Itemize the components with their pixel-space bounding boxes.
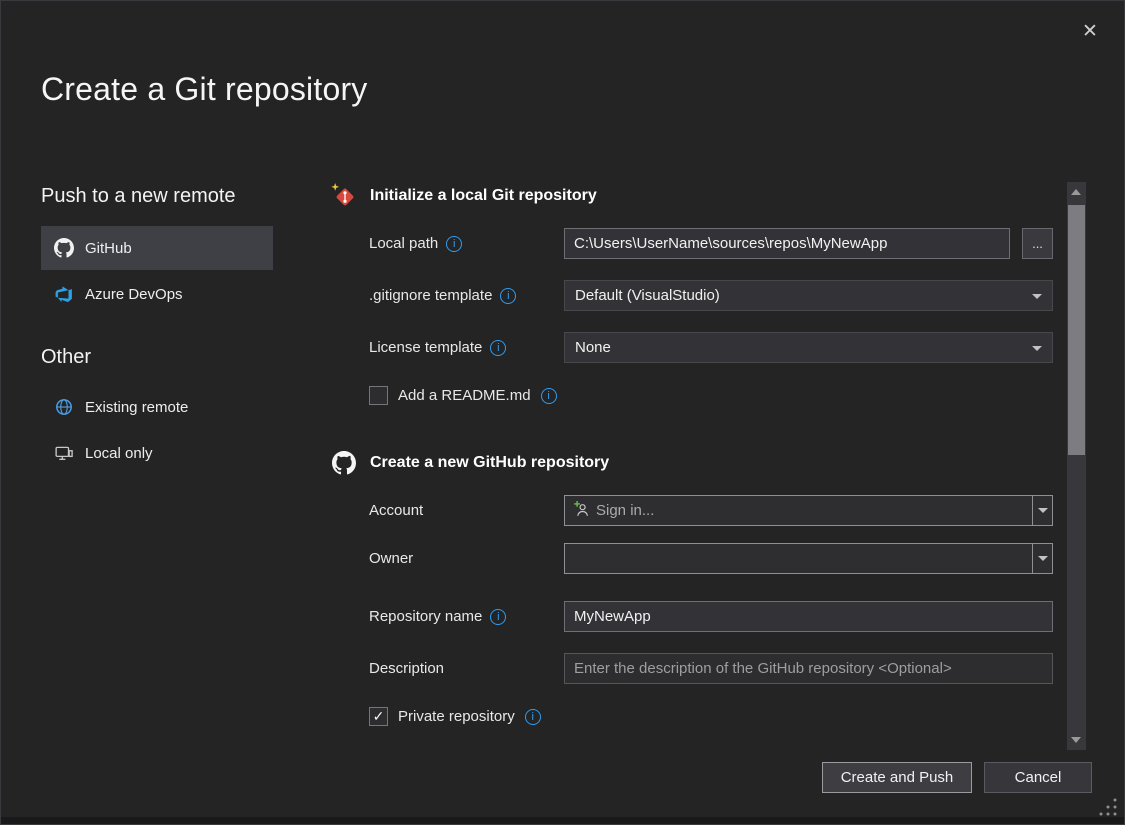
owner-label: Owner bbox=[369, 550, 413, 567]
sidebar-item-label: Azure DevOps bbox=[85, 286, 183, 303]
sidebar-item-existing-remote[interactable]: Existing remote bbox=[41, 385, 273, 429]
gitignore-template-dropdown[interactable]: Default (VisualStudio) bbox=[564, 280, 1053, 311]
other-heading: Other bbox=[41, 346, 273, 369]
readme-label: Add a README.md bbox=[398, 387, 531, 404]
scroll-up-icon[interactable] bbox=[1071, 189, 1081, 195]
info-icon[interactable]: i bbox=[490, 340, 506, 356]
close-icon: ✕ bbox=[1082, 20, 1098, 43]
repository-name-input[interactable] bbox=[564, 601, 1053, 632]
license-template-dropdown[interactable]: None bbox=[564, 332, 1053, 363]
resize-grip[interactable] bbox=[1097, 796, 1119, 818]
owner-combobox[interactable] bbox=[564, 543, 1053, 574]
owner-row: Owner bbox=[369, 543, 1053, 574]
sidebar-item-azure-devops[interactable]: Azure DevOps bbox=[41, 272, 273, 316]
local-path-label: Local path bbox=[369, 235, 438, 252]
gitignore-label-group: .gitignore template i bbox=[369, 287, 564, 304]
description-input[interactable] bbox=[564, 653, 1053, 684]
chevron-down-icon bbox=[1038, 556, 1048, 561]
github-form: Account Sign in... bbox=[369, 495, 1053, 726]
license-label: License template bbox=[369, 339, 482, 356]
browse-button[interactable]: ... bbox=[1022, 228, 1053, 259]
readme-checkbox[interactable] bbox=[369, 386, 388, 405]
gitignore-row: .gitignore template i Default (VisualStu… bbox=[369, 280, 1053, 311]
sidebar-item-label: Existing remote bbox=[85, 399, 188, 416]
repository-name-row: Repository name i bbox=[369, 601, 1053, 632]
description-label: Description bbox=[369, 660, 444, 677]
scroll-down-icon[interactable] bbox=[1071, 737, 1081, 743]
info-icon[interactable]: i bbox=[446, 236, 462, 252]
sidebar-item-label: Local only bbox=[85, 445, 153, 462]
account-label: Account bbox=[369, 502, 423, 519]
new-git-repo-icon bbox=[331, 183, 357, 209]
computer-icon bbox=[54, 444, 74, 462]
create-git-repository-dialog: ✕ Create a Git repository Push to a new … bbox=[0, 0, 1125, 825]
private-repository-checkbox[interactable]: ✓ bbox=[369, 707, 388, 726]
owner-dropdown-button[interactable] bbox=[1032, 544, 1052, 573]
github-section-heading: Create a new GitHub repository bbox=[370, 454, 609, 472]
gitignore-selected-value: Default (VisualStudio) bbox=[575, 287, 720, 304]
init-form: Local path i ... .gitignore template i D… bbox=[369, 228, 1053, 405]
description-label-group: Description bbox=[369, 660, 564, 677]
init-section-heading: Initialize a local Git repository bbox=[370, 187, 597, 205]
chevron-down-icon bbox=[1038, 508, 1048, 513]
private-repository-row: ✓ Private repository i bbox=[369, 707, 1053, 726]
checkmark-icon: ✓ bbox=[373, 708, 385, 725]
license-label-group: License template i bbox=[369, 339, 564, 356]
account-dropdown-button[interactable] bbox=[1032, 496, 1052, 525]
local-path-row: Local path i ... bbox=[369, 228, 1053, 259]
local-path-label-group: Local path i bbox=[369, 235, 564, 252]
sign-in-icon bbox=[573, 501, 589, 521]
chevron-down-icon bbox=[1032, 346, 1042, 351]
gitignore-label: .gitignore template bbox=[369, 287, 492, 304]
info-icon[interactable]: i bbox=[541, 388, 557, 404]
footer-buttons: Create and Push Cancel bbox=[822, 762, 1092, 793]
license-selected-value: None bbox=[575, 339, 611, 356]
close-button[interactable]: ✕ bbox=[1076, 17, 1104, 45]
azure-devops-icon bbox=[54, 285, 74, 303]
github-icon bbox=[54, 238, 74, 258]
cancel-button[interactable]: Cancel bbox=[984, 762, 1092, 793]
readme-row: Add a README.md i bbox=[369, 386, 1053, 405]
repository-name-label-group: Repository name i bbox=[369, 608, 564, 625]
info-icon[interactable]: i bbox=[500, 288, 516, 304]
push-remote-heading: Push to a new remote bbox=[41, 185, 273, 208]
description-row: Description bbox=[369, 653, 1053, 684]
sidebar-item-local-only[interactable]: Local only bbox=[41, 431, 273, 475]
account-label-group: Account bbox=[369, 502, 564, 519]
chevron-down-icon bbox=[1032, 294, 1042, 299]
scrollbar-thumb[interactable] bbox=[1068, 205, 1085, 455]
create-and-push-button[interactable]: Create and Push bbox=[822, 762, 972, 793]
github-section-heading-row: Create a new GitHub repository bbox=[331, 449, 1053, 477]
local-path-input[interactable] bbox=[564, 228, 1010, 259]
info-icon[interactable]: i bbox=[490, 609, 506, 625]
init-section-heading-row: Initialize a local Git repository bbox=[331, 182, 1053, 210]
dialog-bottom-border bbox=[1, 817, 1124, 824]
form-content: Initialize a local Git repository Local … bbox=[331, 182, 1053, 726]
account-combobox[interactable]: Sign in... bbox=[564, 495, 1053, 526]
github-icon bbox=[331, 451, 357, 475]
account-sign-in-text: Sign in... bbox=[596, 502, 654, 519]
owner-label-group: Owner bbox=[369, 550, 564, 567]
local-path-field-area: ... bbox=[564, 228, 1053, 259]
globe-icon bbox=[54, 398, 74, 416]
repository-name-label: Repository name bbox=[369, 608, 482, 625]
sidebar-item-label: GitHub bbox=[85, 240, 132, 257]
vertical-scrollbar[interactable] bbox=[1067, 182, 1086, 750]
sidebar-item-github[interactable]: GitHub bbox=[41, 226, 273, 270]
info-icon[interactable]: i bbox=[525, 709, 541, 725]
license-row: License template i None bbox=[369, 332, 1053, 363]
page-title: Create a Git repository bbox=[41, 71, 368, 108]
sidebar: Push to a new remote GitHub Azure DevOps… bbox=[41, 185, 273, 475]
account-row: Account Sign in... bbox=[369, 495, 1053, 526]
private-repository-label: Private repository bbox=[398, 708, 515, 725]
